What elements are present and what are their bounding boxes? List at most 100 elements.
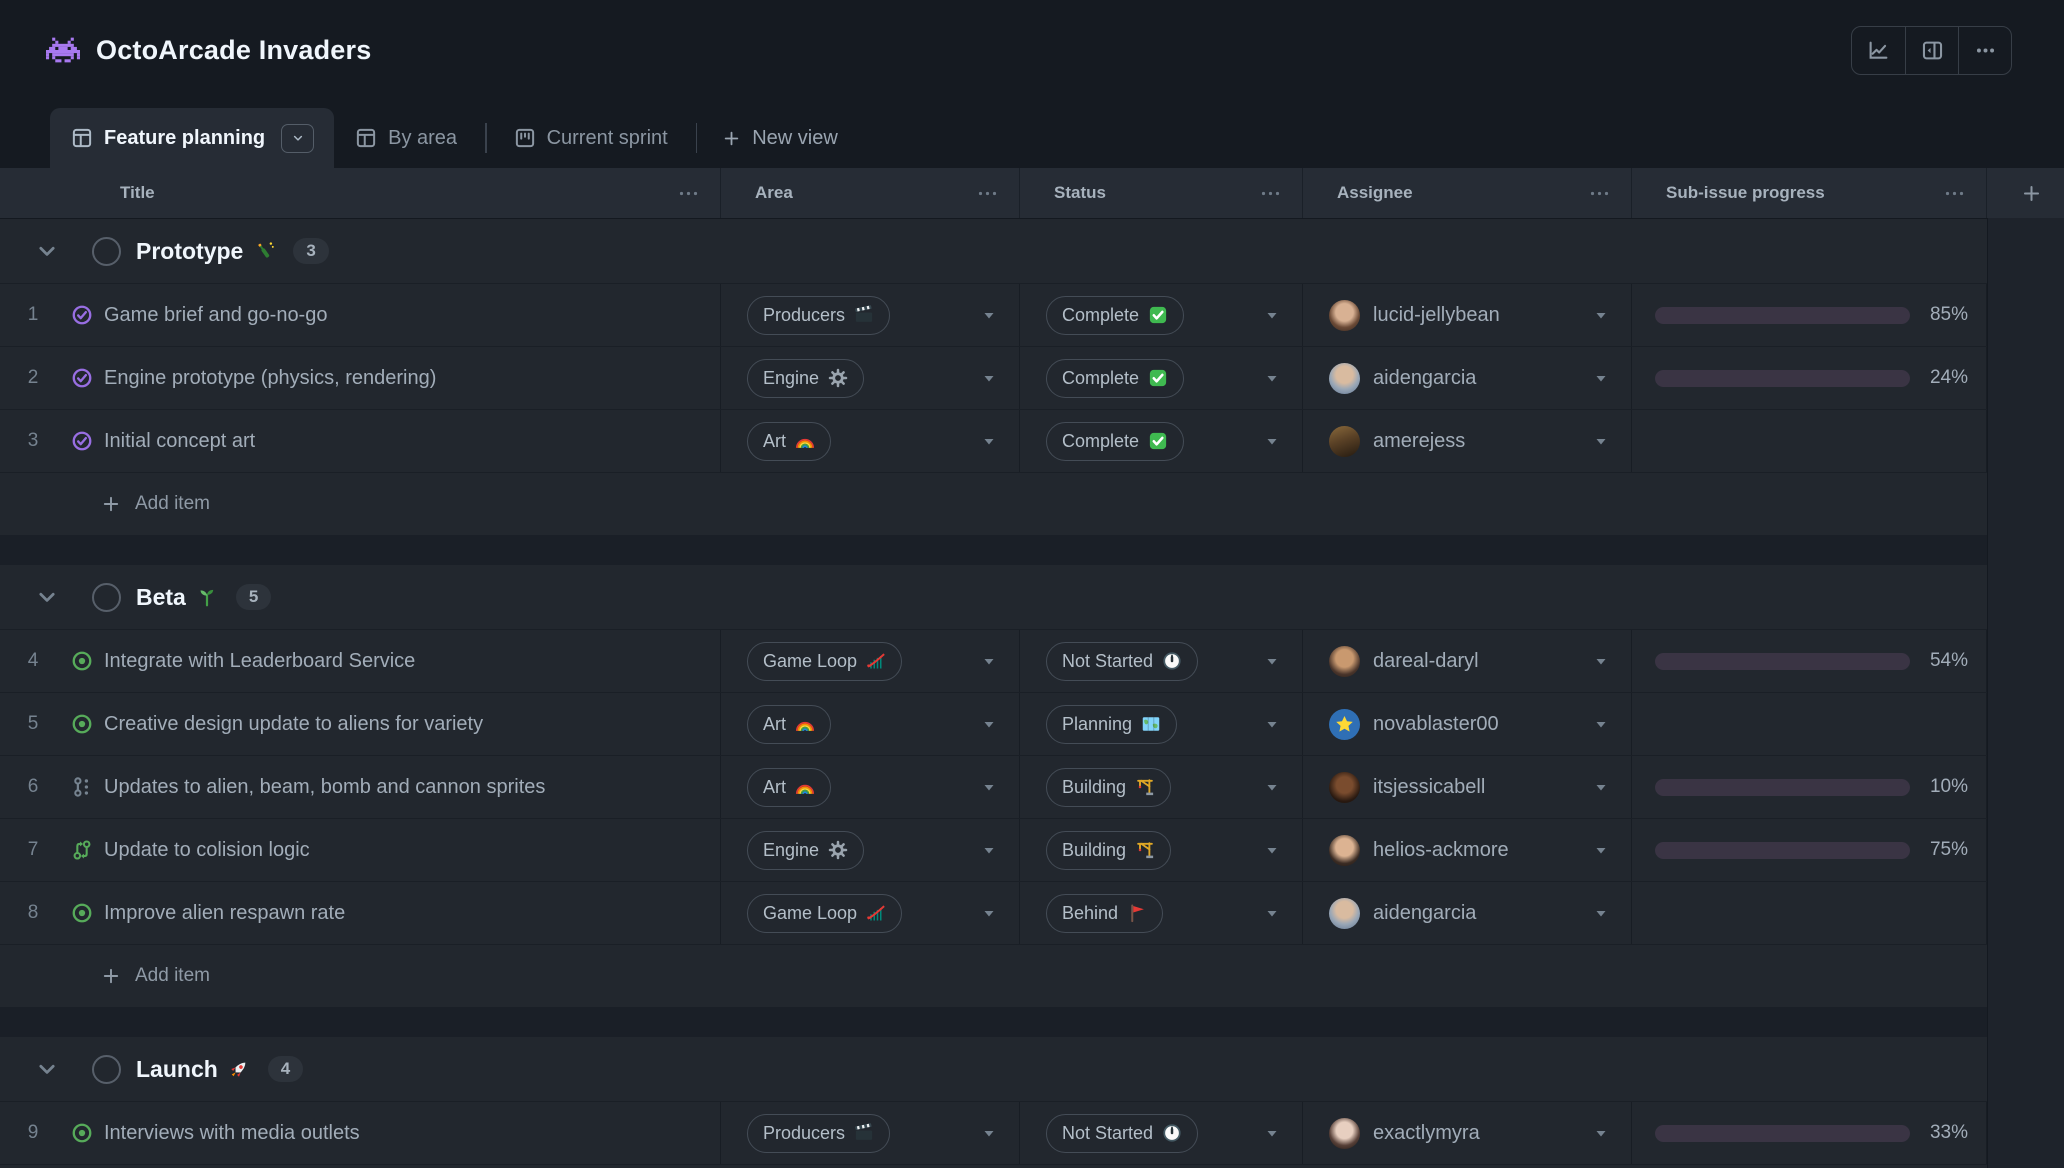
assignee-cell[interactable]: aidengarcia [1303, 347, 1632, 409]
caret-down-icon [983, 783, 995, 792]
column-header-title[interactable]: Title [0, 168, 721, 218]
caret-down-icon [983, 846, 995, 855]
caret-down-icon [983, 720, 995, 729]
progress-cell: 54% [1632, 630, 1987, 692]
assignee-cell[interactable]: novablaster00 [1303, 693, 1632, 755]
issue-title[interactable]: Updates to alien, beam, bomb and cannon … [104, 776, 545, 799]
avatar [1329, 426, 1360, 457]
tab-by-area[interactable]: By area [334, 108, 479, 168]
row-number: 6 [0, 776, 66, 798]
caret-down-icon [1595, 846, 1607, 855]
caret-down-icon [1266, 311, 1278, 320]
insights-button[interactable] [1852, 27, 1905, 74]
iteration-circle-icon [92, 583, 121, 612]
caret-down-icon [1595, 909, 1607, 918]
collapse-chevron-icon[interactable] [36, 240, 58, 262]
row-number: 5 [0, 713, 66, 735]
avatar [1329, 835, 1360, 866]
add-item-button[interactable]: Add item [0, 944, 2064, 1007]
area-cell[interactable]: Art [721, 756, 1020, 818]
area-cell[interactable]: Producers [721, 1102, 1020, 1164]
caret-down-icon [1266, 720, 1278, 729]
column-menu-icon[interactable] [679, 191, 698, 196]
avatar [1329, 363, 1360, 394]
column-menu-icon[interactable] [1945, 191, 1964, 196]
issue-title[interactable]: Improve alien respawn rate [104, 902, 345, 925]
area-cell[interactable]: Game Loop [721, 630, 1020, 692]
status-cell[interactable]: Complete [1020, 347, 1303, 409]
column-header-status[interactable]: Status [1020, 168, 1303, 218]
issue-title[interactable]: Integrate with Leaderboard Service [104, 650, 415, 673]
status-cell[interactable]: Not Started [1020, 1102, 1303, 1164]
status-cell[interactable]: Complete [1020, 410, 1303, 472]
champagne-bottle-emoji [253, 240, 275, 262]
assignee-cell[interactable]: lucid-jellybean [1303, 284, 1632, 346]
check-mark-emoji [1148, 431, 1168, 451]
status-cell[interactable]: Not Started [1020, 630, 1303, 692]
status-cell[interactable]: Building [1020, 819, 1303, 881]
new-view-button[interactable]: New view [703, 108, 858, 168]
status-cell[interactable]: Complete [1020, 284, 1303, 346]
assignee-cell[interactable]: itsjessicabell [1303, 756, 1632, 818]
row-number: 1 [0, 304, 66, 326]
collapse-chevron-icon[interactable] [36, 1058, 58, 1080]
avatar [1329, 1118, 1360, 1149]
caret-down-icon [1266, 783, 1278, 792]
progress-percent: 10% [1930, 776, 1968, 798]
rainbow-emoji [795, 777, 815, 797]
issue-open-icon [66, 902, 98, 924]
issue-title[interactable]: Interviews with media outlets [104, 1122, 360, 1145]
clock-emoji [1162, 1123, 1182, 1143]
issue-title[interactable]: Engine prototype (physics, rendering) [104, 367, 436, 390]
tab-current-sprint[interactable]: Current sprint [493, 108, 690, 168]
issue-closed-icon [66, 304, 98, 326]
merge-queue-icon [66, 776, 98, 798]
issue-title[interactable]: Creative design update to aliens for var… [104, 713, 483, 736]
progress-cell: 85% [1632, 284, 1987, 346]
column-header-area[interactable]: Area [721, 168, 1020, 218]
area-cell[interactable]: Engine [721, 819, 1020, 881]
status-cell[interactable]: Planning [1020, 693, 1303, 755]
status-cell[interactable]: Behind [1020, 882, 1303, 944]
side-panel-button[interactable] [1905, 27, 1958, 74]
assignee-cell[interactable]: exactlymyra [1303, 1102, 1632, 1164]
assignee-cell[interactable]: helios-ackmore [1303, 819, 1632, 881]
area-cell[interactable]: Art [721, 693, 1020, 755]
group-title: Launch [136, 1056, 218, 1083]
column-header-assignee[interactable]: Assignee [1303, 168, 1632, 218]
row-number: 3 [0, 430, 66, 452]
column-menu-icon[interactable] [1261, 191, 1280, 196]
area-cell[interactable]: Producers [721, 284, 1020, 346]
projects-app: OctoArcade Invaders Feature planning By … [0, 0, 2064, 1168]
clock-emoji [1162, 651, 1182, 671]
tab-feature-planning[interactable]: Feature planning [50, 108, 334, 168]
table-row: 4 Integrate with Leaderboard Service Gam… [0, 629, 2064, 692]
status-cell[interactable]: Building [1020, 756, 1303, 818]
assignee-cell[interactable]: amerejess [1303, 410, 1632, 472]
column-header-progress[interactable]: Sub-issue progress [1632, 168, 1987, 218]
column-menu-icon[interactable] [1590, 191, 1609, 196]
collapse-chevron-icon[interactable] [36, 586, 58, 608]
avatar [1329, 772, 1360, 803]
progress-cell: 10% [1632, 756, 1987, 818]
issue-closed-icon [66, 430, 98, 452]
issue-title[interactable]: Initial concept art [104, 430, 255, 453]
area-cell[interactable]: Art [721, 410, 1020, 472]
issue-title[interactable]: Update to colision logic [104, 839, 310, 862]
area-cell[interactable]: Engine [721, 347, 1020, 409]
kebab-icon [1975, 40, 1996, 61]
column-menu-icon[interactable] [978, 191, 997, 196]
avatar [1329, 709, 1360, 740]
area-cell[interactable]: Game Loop [721, 882, 1020, 944]
assignee-cell[interactable]: dareal-daryl [1303, 630, 1632, 692]
caret-down-icon [1595, 720, 1607, 729]
add-item-button[interactable]: Add item [0, 472, 2064, 535]
issue-title[interactable]: Game brief and go-no-go [104, 304, 327, 327]
world-map-emoji [1141, 714, 1161, 734]
assignee-cell[interactable]: aidengarcia [1303, 882, 1632, 944]
add-field-button[interactable] [1987, 168, 2064, 218]
more-options-button[interactable] [1958, 27, 2011, 74]
avatar [1329, 300, 1360, 331]
iteration-circle-icon [92, 1055, 121, 1084]
view-options-caret-button[interactable] [281, 124, 314, 153]
